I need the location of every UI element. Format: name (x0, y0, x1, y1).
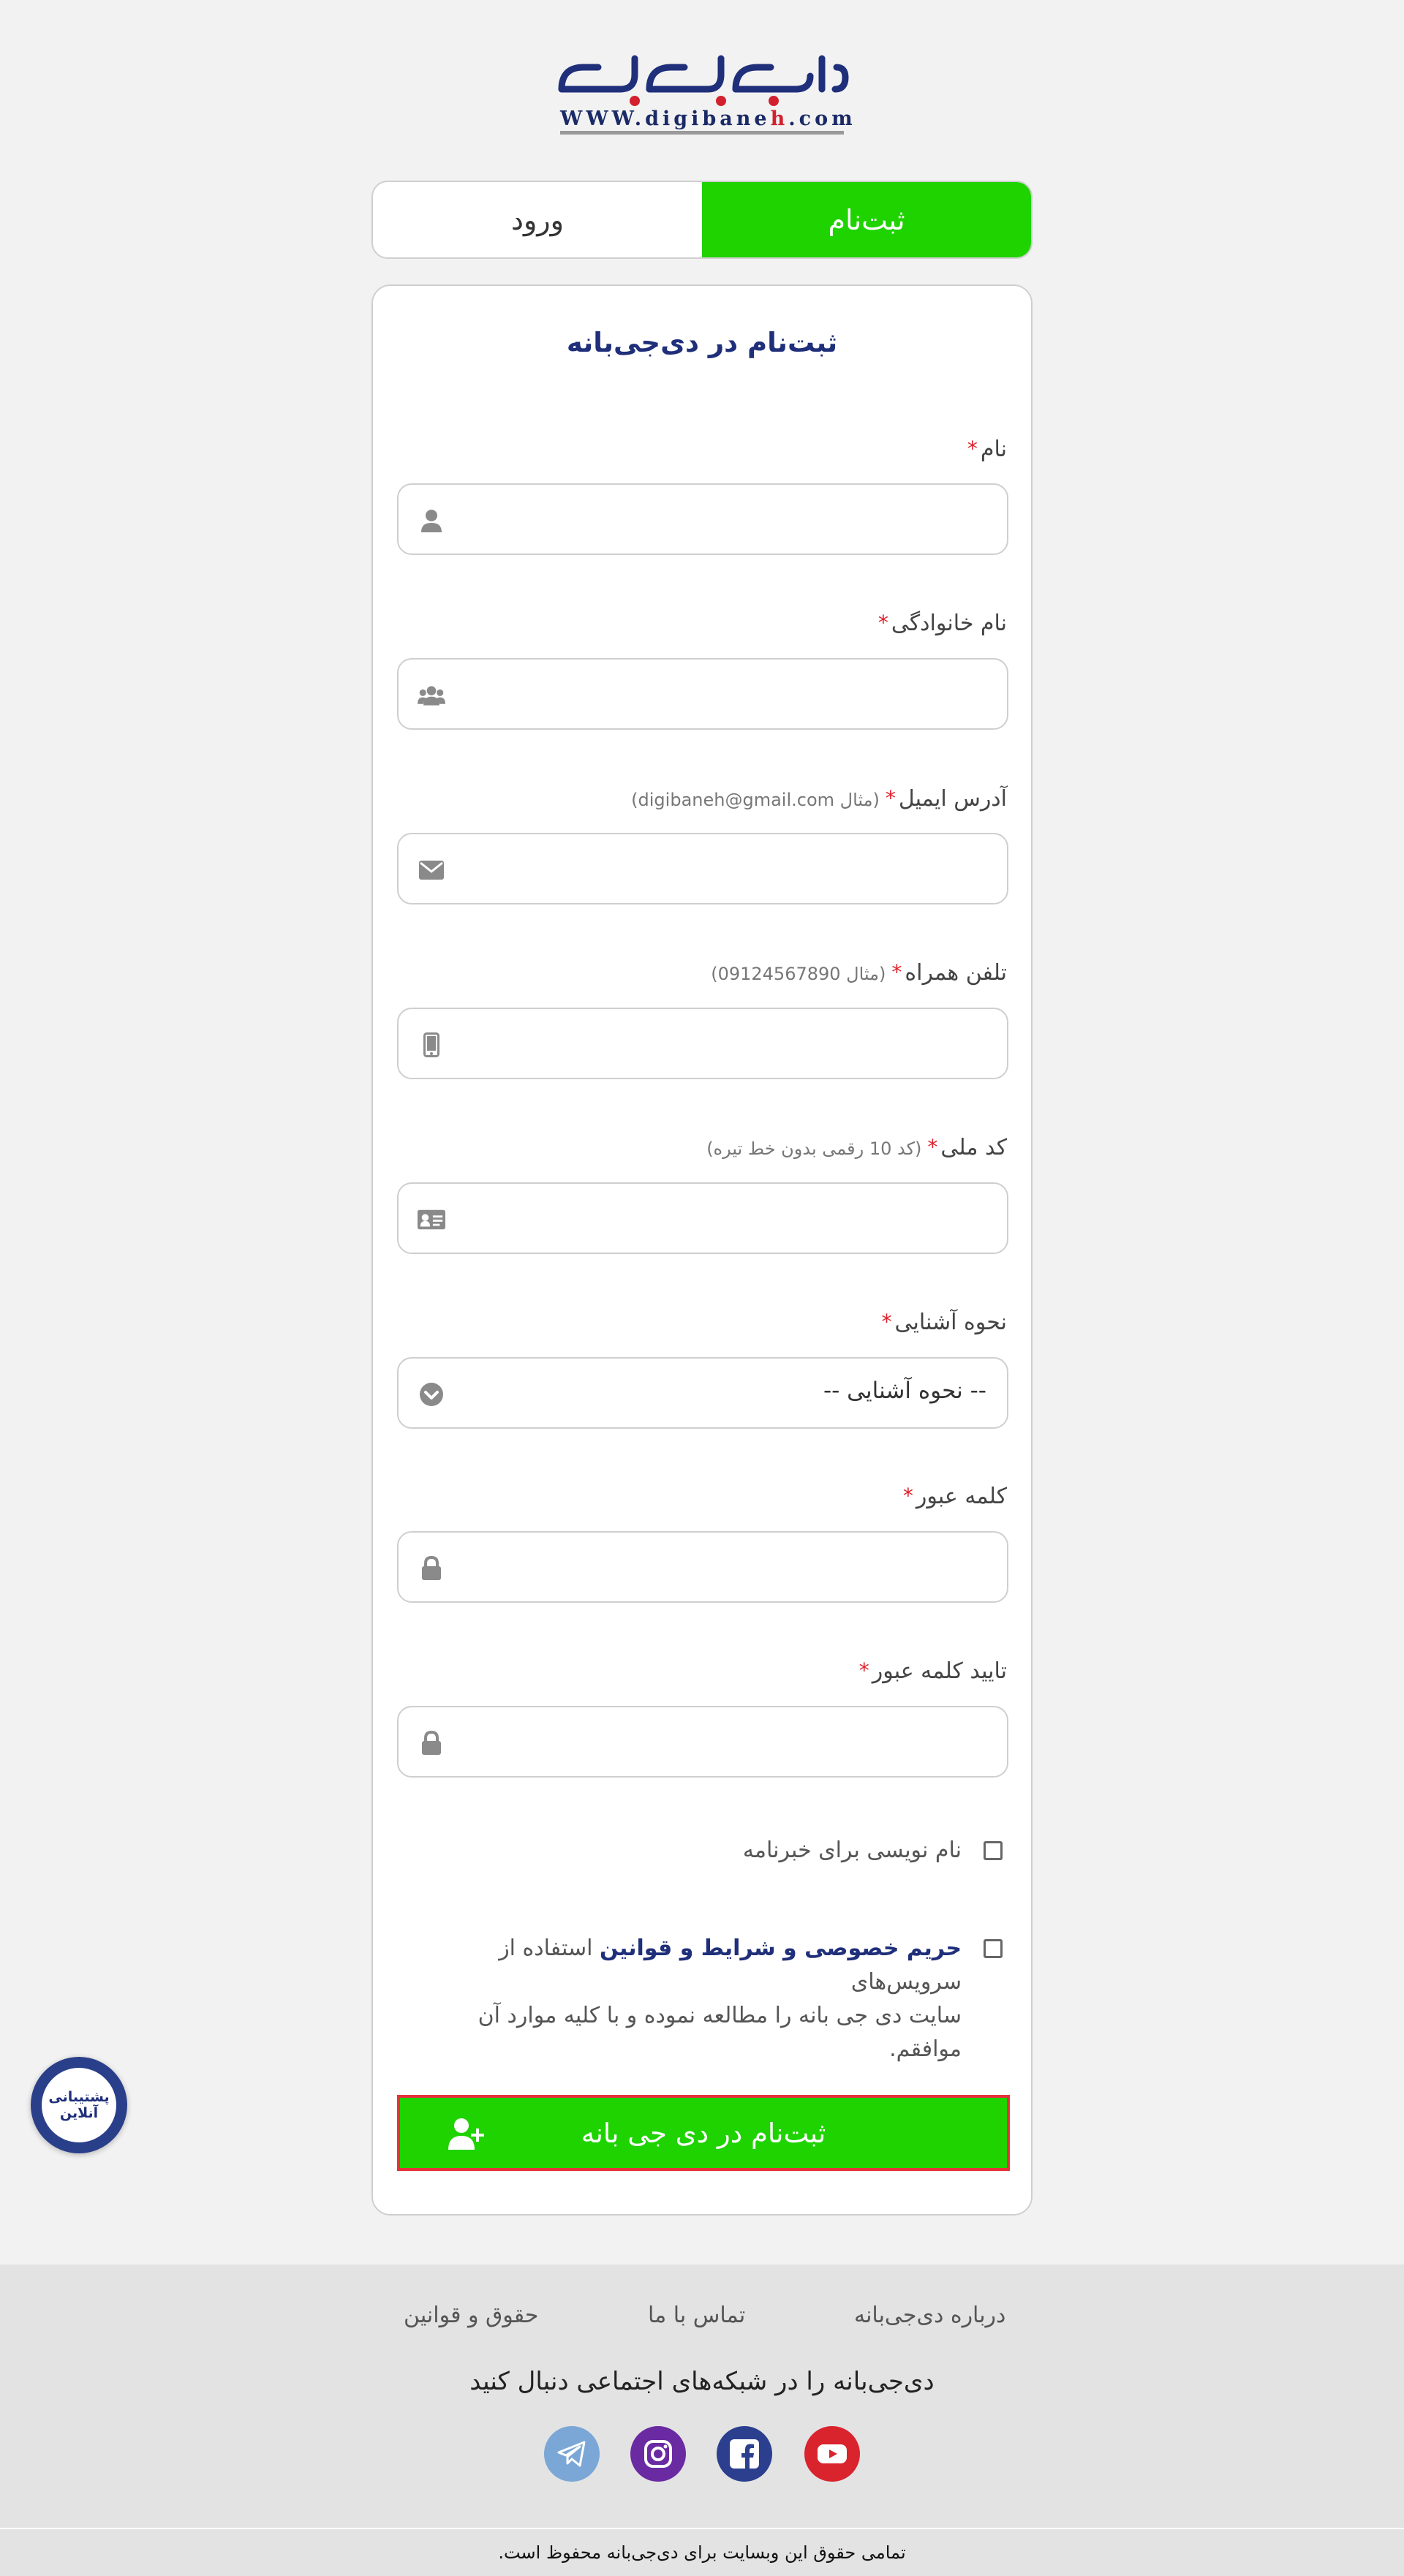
social-follow-text: دی‌جی‌بانه را در شبکه‌های اجتماعی دنبال … (469, 2367, 935, 2396)
terms-checkbox[interactable] (984, 1939, 1003, 1958)
support-line2: آنلاین (59, 2105, 99, 2121)
national-code-field[interactable] (397, 1182, 1008, 1254)
email-label: آدرس ایمیل*(مثال digibaneh@gmail.com) (631, 786, 1007, 812)
required-mark: * (902, 1484, 913, 1508)
site-footer: درباره دی‌جی‌بانه تماس با ما حقوق و قوان… (0, 2265, 1404, 2576)
first-name-input[interactable] (399, 485, 1007, 554)
footer-link-rights[interactable]: حقوق و قوانین (404, 2303, 538, 2328)
mobile-input[interactable] (399, 1009, 1007, 1078)
password-field[interactable] (397, 1531, 1008, 1603)
last-name-field[interactable] (397, 658, 1008, 730)
registration-form: ثبت‌نام در دی‌جی‌بانه نام* نام خانوادگی*… (371, 284, 1033, 2216)
youtube-link[interactable] (804, 2426, 860, 2482)
first-name-field[interactable] (397, 483, 1008, 555)
newsletter-row: نام نویسی برای خبرنامه (417, 1834, 1007, 1867)
envelope-icon (418, 856, 445, 884)
confirm-password-input[interactable] (399, 1707, 1007, 1776)
register-submit-button[interactable]: ثبت‌نام در دی جی بانه (397, 2095, 1010, 2171)
terms-link[interactable]: حریم خصوصی و شرایط و قوانین (600, 1935, 962, 1961)
confirm-password-field[interactable] (397, 1706, 1008, 1778)
auth-tabs: ثبت‌نام ورود (371, 181, 1033, 259)
required-mark: * (881, 1310, 892, 1334)
newsletter-label: نام نویسی برای خبرنامه (742, 1837, 962, 1863)
user-icon (418, 507, 445, 535)
national-code-hint: (کد 10 رقمی بدون خط تیره) (706, 1138, 922, 1159)
logo-url: WWW.digibaneh.com (560, 108, 853, 135)
terms-text: حریم خصوصی و شرایط و قوانین استفاده از س… (478, 1935, 962, 2062)
youtube-icon (818, 2444, 847, 2463)
users-icon (418, 681, 445, 709)
telegram-link[interactable] (544, 2426, 600, 2482)
instagram-icon (644, 2440, 672, 2468)
required-mark: * (891, 960, 902, 984)
footer-divider (0, 2528, 1404, 2529)
last-name-input[interactable] (399, 660, 1007, 728)
tab-register[interactable]: ثبت‌نام (702, 182, 1031, 257)
telegram-icon (557, 2441, 586, 2467)
user-plus-icon (447, 2117, 486, 2157)
national-code-input[interactable] (399, 1184, 1007, 1253)
tab-login[interactable]: ورود (373, 182, 702, 257)
email-field[interactable] (397, 833, 1008, 904)
footer-link-about[interactable]: درباره دی‌جی‌بانه (854, 2303, 1005, 2328)
confirm-password-label: تایید کلمه عبور* (858, 1658, 1007, 1684)
terms-row: حریم خصوصی و شرایط و قوانین استفاده از س… (417, 1932, 1007, 2066)
footer-links: درباره دی‌جی‌بانه تماس با ما حقوق و قوان… (0, 2303, 1404, 2332)
email-input[interactable] (399, 834, 1007, 903)
password-label: کلمه عبور* (902, 1484, 1007, 1509)
email-hint: (مثال digibaneh@gmail.com) (631, 790, 880, 810)
referral-selected-value: -- نحوه آشنایی -- (823, 1378, 986, 1404)
lock-icon (418, 1729, 445, 1757)
referral-label: نحوه آشنایی* (881, 1310, 1008, 1335)
required-mark: * (885, 786, 896, 810)
register-submit-label: ثبت‌نام در دی جی بانه (581, 2117, 826, 2149)
support-bubble: پشتیبانی آنلاین (42, 2068, 116, 2142)
first-name-label: نام* (967, 437, 1007, 462)
required-mark: * (858, 1658, 869, 1682)
facebook-icon (730, 2439, 759, 2469)
required-mark: * (967, 437, 978, 461)
required-mark: * (878, 611, 888, 635)
site-logo[interactable]: WWW.digibaneh.com (554, 45, 853, 142)
instagram-link[interactable] (630, 2426, 686, 2482)
support-line1: پشتیبانی (48, 2089, 110, 2105)
copyright-text: تمامی حقوق این وبسایت برای دی‌جی‌بانه مح… (498, 2542, 906, 2563)
national-code-label: کد ملی*(کد 10 رقمی بدون خط تیره) (706, 1135, 1007, 1160)
referral-select[interactable]: -- نحوه آشنایی -- (397, 1357, 1008, 1429)
footer-link-contact[interactable]: تماس با ما (648, 2303, 745, 2328)
mobile-icon (418, 1031, 445, 1059)
chevron-down-circle-icon (418, 1380, 445, 1408)
mobile-label: تلفن همراه*(مثال 09124567890) (711, 960, 1007, 986)
last-name-label: نام خانوادگی* (878, 611, 1007, 636)
mobile-hint: (مثال 09124567890) (711, 964, 886, 984)
mobile-field[interactable] (397, 1008, 1008, 1079)
id-card-icon (418, 1206, 445, 1234)
form-title: ثبت‌نام در دی‌جی‌بانه (566, 327, 838, 358)
lock-icon (418, 1555, 445, 1582)
logo-wordmark (558, 55, 849, 106)
required-mark: * (927, 1135, 938, 1159)
newsletter-checkbox[interactable] (984, 1841, 1003, 1860)
password-input[interactable] (399, 1533, 1007, 1601)
online-support-button[interactable]: پشتیبانی آنلاین (31, 2057, 127, 2153)
facebook-link[interactable] (717, 2426, 772, 2482)
